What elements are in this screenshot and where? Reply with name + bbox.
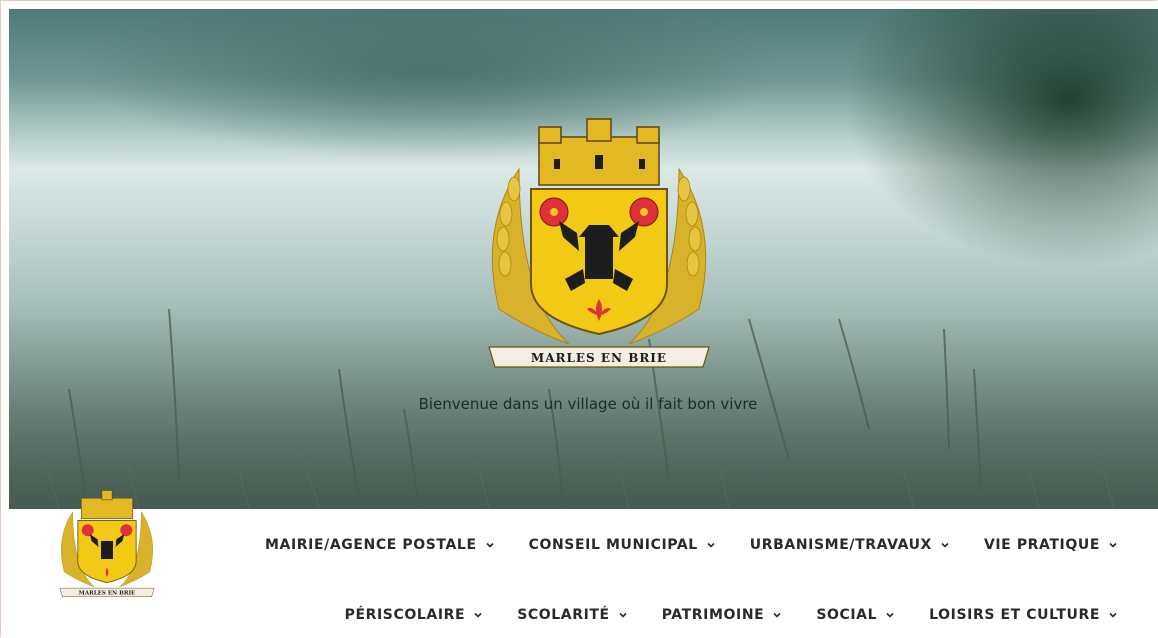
hero-banner: MARLES EN BRIE Bienvenue dans un village… [9,9,1158,509]
main-navigation: MARLES EN BRIE MAIRIE/AGENCE POSTALE CON… [9,490,1158,638]
chevron-down-icon [707,542,715,548]
menu-item-label: SOCIAL [816,607,878,623]
menu-item-label: LOISIRS ET CULTURE [929,607,1100,623]
chevron-down-icon [1109,612,1117,618]
menu-item-label: PÉRISCOLAIRE [344,607,466,623]
coat-of-arms-logo: MARLES EN BRIE [459,109,739,379]
menu-item-loisirs-culture[interactable]: LOISIRS ET CULTURE [929,607,1118,623]
menu-item-scolarite[interactable]: SCOLARITÉ [517,607,628,623]
menu-item-label: PATRIMOINE [661,607,765,623]
menu-item-label: CONSEIL MUNICIPAL [528,537,698,553]
menu-item-periscolaire[interactable]: PÉRISCOLAIRE [345,607,484,623]
chevron-down-icon [886,612,894,618]
site-logo[interactable]: MARLES EN BRIE [47,485,167,603]
menu-item-social[interactable]: SOCIAL [816,607,895,623]
menu-item-label: SCOLARITÉ [517,607,610,623]
menu-item-vie-pratique[interactable]: VIE PRATIQUE [984,537,1118,553]
chevron-down-icon [619,612,627,618]
logo-banner-text: MARLES EN BRIE [79,591,136,597]
menu-row-primary: MAIRIE/AGENCE POSTALE CONSEIL MUNICIPAL … [265,537,1118,553]
hero-tagline: Bienvenue dans un village où il fait bon… [418,395,758,413]
menu-item-conseil[interactable]: CONSEIL MUNICIPAL [529,537,716,553]
menu-item-label: URBANISME/TRAVAUX [749,537,932,553]
chevron-down-icon [1109,542,1117,548]
chevron-down-icon [474,612,482,618]
chevron-down-icon [486,542,494,548]
crest-banner-text: MARLES EN BRIE [531,351,667,365]
menu-item-patrimoine[interactable]: PATRIMOINE [662,607,783,623]
menu-item-label: MAIRIE/AGENCE POSTALE [265,537,477,553]
menu-item-mairie[interactable]: MAIRIE/AGENCE POSTALE [265,537,495,553]
menu-row-secondary: PÉRISCOLAIRE SCOLARITÉ PATRIMOINE SOCIAL… [345,607,1118,623]
menu-item-urbanisme[interactable]: URBANISME/TRAVAUX [750,537,950,553]
chevron-down-icon [941,542,949,548]
chevron-down-icon [773,612,781,618]
menu-item-label: VIE PRATIQUE [983,537,1100,553]
